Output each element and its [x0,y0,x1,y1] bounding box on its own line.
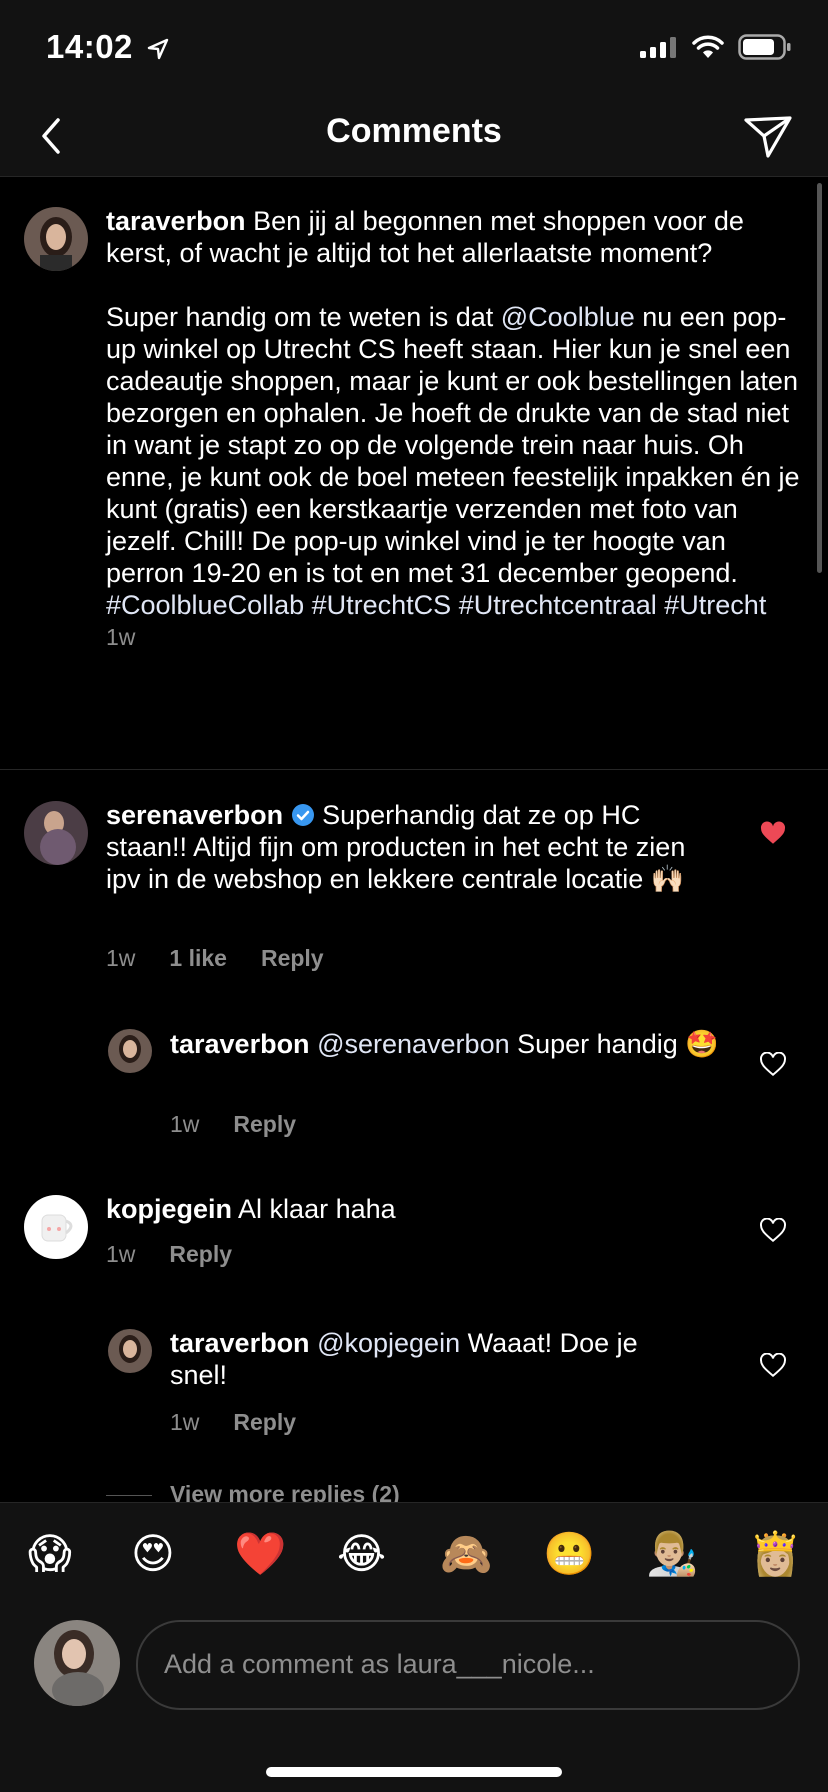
comment-time: 1w [106,945,136,971]
comment-username[interactable]: kopjegein [106,1194,232,1224]
caption-meta: 1w [106,624,135,651]
comment-input[interactable]: Add a comment as laura___nicole... [136,1620,800,1710]
verified-badge-icon [291,804,314,826]
emoji-screaming-button[interactable]: 😱 [28,1529,72,1579]
comment-text: serenaverbon Superhandig dat ze op HC st… [106,799,716,895]
reply-button[interactable]: Reply [233,1111,296,1138]
comment-input-placeholder: Add a comment as laura___nicole... [164,1649,595,1679]
reply-text: taraverbon @serenaverbon Super handig 🤩 [170,1028,730,1060]
avatar-image [24,1195,88,1259]
reply-meta: 1w Reply [170,1409,296,1436]
avatar-taraverbon[interactable] [24,207,88,271]
paper-plane-icon [744,116,792,158]
reply-body: Super handig 🤩 [509,1029,719,1059]
avatar-image [34,1620,120,1706]
heart-outline-icon[interactable] [760,1052,786,1078]
nav-bar: Comments [0,96,828,177]
emoji-reaction-bar: 😱 😍 ❤️ 😂 🙈 😬 👨🏼‍🎨 👸🏼 [0,1502,828,1613]
reply-username[interactable]: taraverbon [170,1029,310,1059]
reply-button[interactable]: Reply [233,1409,296,1436]
current-user-avatar [34,1620,120,1706]
caption-time: 1w [106,624,136,650]
share-button[interactable] [738,106,798,166]
caption-username[interactable]: taraverbon [106,206,246,236]
page-title: Comments [326,112,502,150]
battery-icon [738,34,791,60]
avatar-taraverbon[interactable] [108,1029,152,1073]
view-more-replies-label: View more replies (2) [170,1481,400,1502]
reply-time: 1w [170,1111,200,1137]
mention-link[interactable]: @serenaverbon [317,1029,510,1059]
view-more-line [106,1495,152,1496]
comment-input-area: Add a comment as laura___nicole... [0,1612,828,1792]
status-bar: 14:02 [0,0,828,96]
caption-divider [0,769,828,770]
reply-button[interactable]: Reply [261,945,324,972]
comment-username[interactable]: serenaverbon [106,800,283,830]
comment-text: kopjegein Al klaar haha [106,1193,716,1225]
cellular-signal-icon [640,37,676,58]
scrollbar[interactable] [817,183,822,573]
emoji-see-no-evil-button[interactable]: 🙈 [440,1529,492,1579]
avatar-kopjegein[interactable] [24,1195,88,1259]
emoji-tears-of-joy-button[interactable]: 😂 [337,1529,386,1579]
comment-time: 1w [106,1241,136,1267]
comments-list[interactable]: taraverbon Ben jij al begonnen met shopp… [0,177,828,1502]
heart-filled-icon[interactable] [760,821,786,847]
emoji-artist-button[interactable]: 👨🏼‍🎨 [646,1529,698,1579]
avatar-serenaverbon[interactable] [24,801,88,865]
comment-meta: 1w Reply [106,1241,232,1268]
likes-count-link[interactable]: 1 like [169,945,227,972]
avatar-image [24,801,88,865]
comment-body: Al klaar haha [232,1194,396,1224]
mention-link[interactable]: @Coolblue [501,302,635,332]
comment-meta: 1w 1 like Reply [106,945,324,972]
hashtag-links[interactable]: #CoolblueCollab #UtrechtCS #Utrechtcentr… [106,590,766,620]
reply-text: taraverbon @kopjegein Waaat! Doe je snel… [170,1327,690,1391]
emoji-princess-button[interactable]: 👸🏼 [749,1529,801,1579]
reply-time: 1w [170,1409,200,1435]
emoji-heart-eyes-button[interactable]: 😍 [131,1529,175,1579]
reply-button[interactable]: Reply [169,1241,232,1268]
caption-text: taraverbon Ben jij al begonnen met shopp… [106,205,806,621]
status-time: 14:02 [46,28,169,66]
reply-username[interactable]: taraverbon [170,1328,310,1358]
avatar-image [24,207,88,271]
location-arrow-icon [147,39,168,60]
heart-outline-icon[interactable] [760,1353,786,1379]
caption-text-part2: nu een pop-up winkel op Utrecht CS heeft… [106,302,807,588]
emoji-grimacing-button[interactable]: 😬 [543,1529,595,1579]
mention-link[interactable]: @kopjegein [317,1328,460,1358]
avatar-taraverbon[interactable] [108,1329,152,1373]
avatar-image [108,1029,152,1073]
avatar-image [108,1329,152,1373]
heart-outline-icon[interactable] [760,1218,786,1244]
reply-meta: 1w Reply [170,1111,296,1138]
home-indicator[interactable] [266,1767,562,1777]
status-icons [640,34,792,60]
view-more-replies-button[interactable]: View more replies (2) [170,1481,400,1502]
status-time-text: 14:02 [46,28,133,65]
wifi-icon [692,35,724,58]
emoji-red-heart-button[interactable]: ❤️ [234,1529,286,1579]
